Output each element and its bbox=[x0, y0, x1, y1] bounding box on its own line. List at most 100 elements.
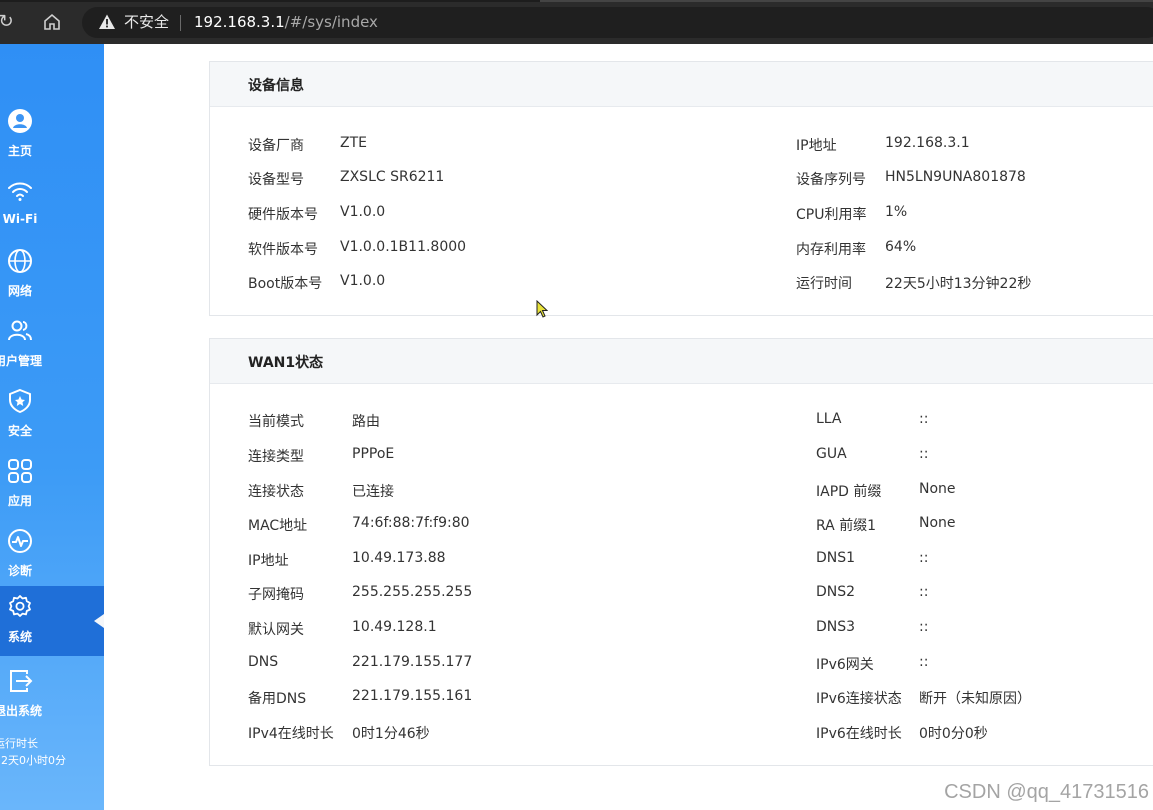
sidebar-item-system[interactable]: 系统 bbox=[0, 586, 104, 656]
url-path: /#/sys/index bbox=[284, 13, 378, 31]
wan-value: 0时0分0秒 bbox=[919, 726, 988, 742]
wan-label: 子网掩码 bbox=[248, 587, 304, 603]
sidebar-item-logout[interactable]: 退出系统 bbox=[0, 660, 104, 730]
wifi-icon bbox=[8, 182, 32, 201]
sidebar-item-apps[interactable]: 应用 bbox=[0, 450, 104, 520]
sidebar-item-label: 诊断 bbox=[7, 564, 32, 578]
wan-value: None bbox=[919, 481, 956, 497]
wan-value: 74:6f:88:7f:f9:80 bbox=[352, 515, 470, 531]
url-host: 192.168.3.1 bbox=[194, 13, 285, 31]
wan-value: :: bbox=[919, 619, 929, 635]
tab-strip-highlight bbox=[540, 0, 1153, 2]
card-header: WAN1状态 bbox=[210, 339, 1153, 384]
info-value: 64% bbox=[885, 239, 917, 255]
info-label: 设备厂商 bbox=[248, 138, 304, 154]
info-label: 内存利用率 bbox=[796, 242, 866, 258]
gear-icon bbox=[9, 595, 31, 617]
apps-icon bbox=[8, 459, 32, 483]
info-value: 1% bbox=[885, 204, 908, 220]
address-divider bbox=[180, 15, 181, 31]
sidebar-item-home[interactable]: 主页 bbox=[0, 100, 104, 170]
home-icon[interactable] bbox=[40, 10, 64, 34]
wan-value: 10.49.128.1 bbox=[352, 619, 437, 635]
wan-label: DNS1 bbox=[816, 550, 856, 566]
active-indicator bbox=[94, 614, 104, 628]
info-label: 设备序列号 bbox=[796, 172, 866, 188]
wan-label: DNS3 bbox=[816, 619, 856, 635]
wan-value: :: bbox=[919, 446, 929, 462]
wan-label: RA 前缀1 bbox=[816, 518, 877, 534]
sidebar-item-network[interactable]: 网络 bbox=[0, 240, 104, 310]
wan-value: 路由 bbox=[352, 414, 380, 430]
info-value: ZXSLC SR6211 bbox=[340, 169, 445, 185]
wan-value: :: bbox=[919, 550, 929, 566]
watermark: CSDN @qq_41731516 bbox=[944, 781, 1149, 803]
wan-value: 10.49.173.88 bbox=[352, 550, 446, 566]
sidebar-item-users[interactable]: 用户管理 bbox=[0, 310, 104, 380]
runtime-value: 22天0小时0分 bbox=[0, 754, 66, 767]
wan-value: 已连接 bbox=[352, 484, 394, 500]
wan-value: 221.179.155.177 bbox=[352, 654, 473, 670]
sidebar-item-wifi[interactable]: Wi-Fi bbox=[0, 170, 104, 240]
wan-value: :: bbox=[919, 654, 929, 670]
wan-value: 断开（未知原因） bbox=[919, 691, 1031, 707]
wan-status-card: WAN1状态 当前模式 路由 连接类型 PPPoE 连接状态 已连接 MAC地址… bbox=[209, 338, 1153, 766]
pulse-icon bbox=[8, 529, 32, 553]
warning-icon[interactable] bbox=[98, 13, 116, 31]
info-label: 设备型号 bbox=[248, 172, 304, 188]
device-info-card: 设备信息 设备厂商 ZTE 设备型号 ZXSLC SR6211 硬件版本号 V1… bbox=[209, 61, 1153, 316]
reload-icon[interactable]: ↻ bbox=[0, 10, 18, 34]
wan-value: 0时1分46秒 bbox=[352, 726, 430, 742]
info-value: V1.0.0.1B11.8000 bbox=[340, 239, 467, 255]
main-content: 设备信息 设备厂商 ZTE 设备型号 ZXSLC SR6211 硬件版本号 V1… bbox=[104, 44, 1153, 810]
sidebar-item-label: 主页 bbox=[7, 144, 32, 158]
info-value: HN5LN9UNA801878 bbox=[885, 169, 1026, 185]
runtime-label: 运行时长 bbox=[0, 737, 38, 750]
info-label: CPU利用率 bbox=[796, 207, 867, 223]
info-value: 192.168.3.1 bbox=[885, 135, 970, 151]
info-label: 硬件版本号 bbox=[248, 207, 318, 223]
info-label: Boot版本号 bbox=[248, 276, 323, 292]
card-title: WAN1状态 bbox=[248, 355, 324, 371]
user-icon bbox=[8, 109, 32, 133]
sidebar-item-label: Wi-Fi bbox=[2, 212, 38, 226]
sidebar-item-label: 用户管理 bbox=[0, 354, 43, 368]
wan-label: IP地址 bbox=[248, 553, 289, 569]
wan-value: 255.255.255.255 bbox=[352, 584, 473, 600]
info-value: V1.0.0 bbox=[340, 273, 386, 289]
wan-label: IPv6在线时长 bbox=[816, 726, 902, 742]
wan-value: None bbox=[919, 515, 956, 531]
wan-value: PPPoE bbox=[352, 446, 395, 462]
wan-value: :: bbox=[919, 584, 929, 600]
info-value: 22天5小时13分钟22秒 bbox=[885, 276, 1032, 292]
wan-label: 当前模式 bbox=[248, 414, 304, 430]
logout-icon bbox=[10, 670, 33, 692]
wan-label: DNS bbox=[248, 654, 279, 670]
sidebar-item-diagnostics[interactable]: 诊断 bbox=[0, 520, 104, 590]
wan-label: 备用DNS bbox=[248, 691, 307, 707]
wan-label: IPv4在线时长 bbox=[248, 726, 334, 742]
shield-icon bbox=[9, 388, 31, 414]
globe-icon bbox=[8, 249, 32, 273]
wan-value: 221.179.155.161 bbox=[352, 688, 473, 704]
info-value: ZTE bbox=[340, 135, 367, 151]
mouse-cursor-icon bbox=[536, 300, 548, 318]
wan-value: :: bbox=[919, 411, 929, 427]
info-value: V1.0.0 bbox=[340, 204, 386, 220]
users-icon bbox=[8, 320, 32, 341]
sidebar-item-label: 安全 bbox=[7, 424, 32, 438]
wan-label: MAC地址 bbox=[248, 518, 308, 534]
address-bar[interactable]: 不安全 192.168.3.1/#/sys/index bbox=[82, 7, 1153, 38]
sidebar-item-security[interactable]: 安全 bbox=[0, 380, 104, 450]
wan-label: DNS2 bbox=[816, 584, 856, 600]
card-title: 设备信息 bbox=[248, 78, 304, 94]
wan-label: 默认网关 bbox=[248, 622, 304, 638]
wan-label: IPv6网关 bbox=[816, 657, 874, 673]
wan-label: IAPD 前缀 bbox=[816, 484, 882, 500]
browser-toolbar: ↻ 不安全 192.168.3.1/#/sys/index bbox=[0, 0, 1153, 44]
url-text[interactable]: 192.168.3.1/#/sys/index bbox=[194, 12, 378, 32]
card-header: 设备信息 bbox=[210, 62, 1153, 107]
info-label: 软件版本号 bbox=[248, 242, 318, 258]
wan-label: 连接类型 bbox=[248, 449, 304, 465]
security-status-label[interactable]: 不安全 bbox=[124, 12, 169, 32]
